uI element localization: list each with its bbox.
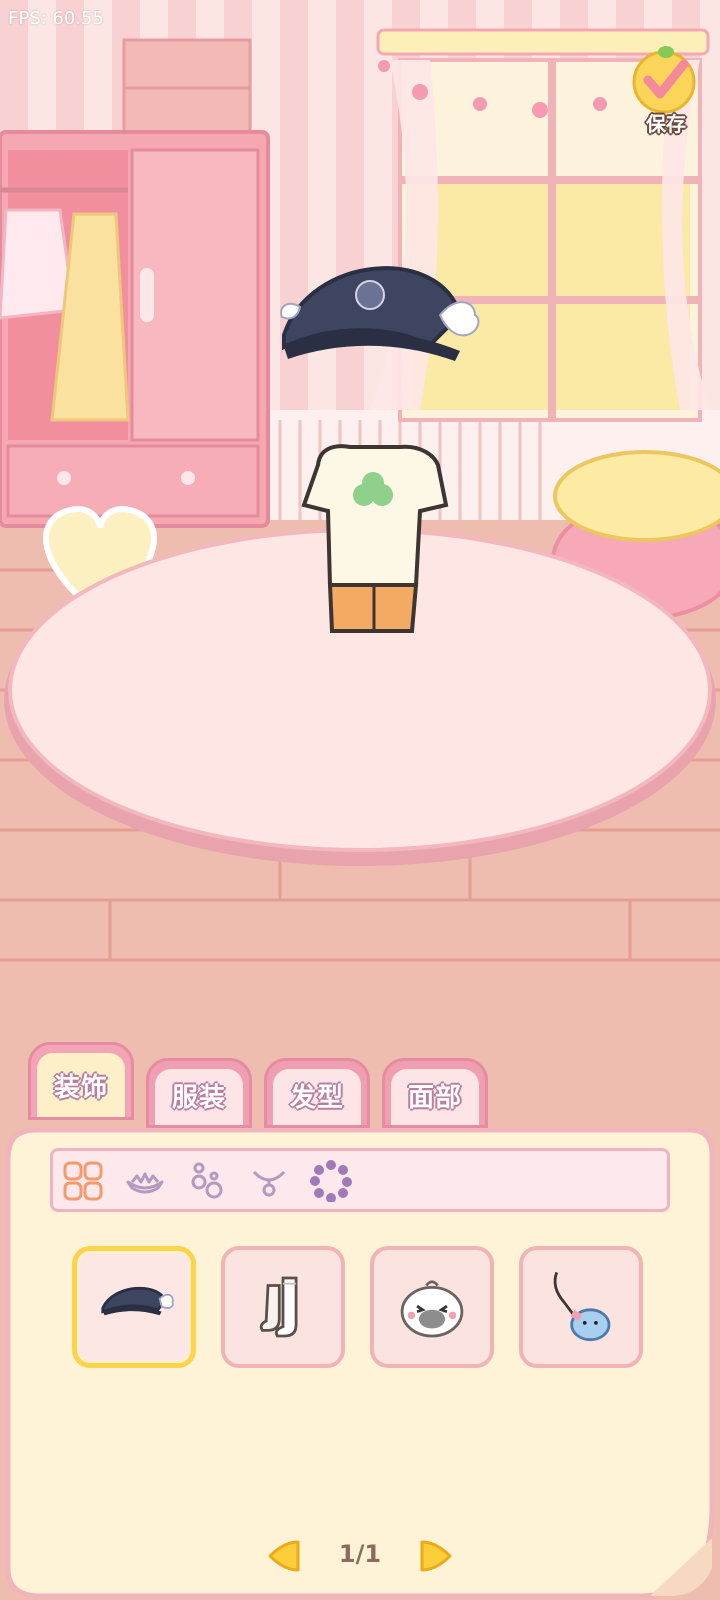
page-indicator: 1/1 (338, 1540, 382, 1568)
tab-face[interactable]: 面部 (382, 1058, 488, 1128)
tab-label: 面部 (407, 1083, 462, 1113)
tab-label: 发型 (289, 1083, 344, 1113)
check-icon (632, 46, 696, 114)
necklace-icon[interactable] (248, 1160, 290, 1202)
item-slot-sailor-hat[interactable] (72, 1246, 196, 1368)
worn-sailor-hat (280, 266, 480, 361)
previous-page-arrow-icon[interactable] (264, 1536, 304, 1576)
save-label: 保存 (646, 112, 686, 136)
wreath-icon[interactable] (310, 1160, 352, 1202)
socks-icon (259, 1276, 298, 1338)
character-body (301, 444, 449, 633)
tab-hairstyle[interactable]: 发型 (264, 1058, 370, 1128)
tab-label: 装饰 (53, 1073, 108, 1103)
earrings-icon[interactable] (186, 1160, 228, 1202)
tab-label: 服装 (171, 1083, 226, 1113)
tab-decoration[interactable]: 装饰 (28, 1042, 134, 1120)
fps-counter: FPS: 60.55 (8, 8, 104, 29)
item-slot-bird-plush[interactable] (370, 1246, 494, 1368)
item-slot-fish-keychain[interactable] (519, 1246, 643, 1368)
item-slot-socks[interactable] (221, 1246, 345, 1368)
sailor-hat-icon (101, 1286, 174, 1316)
next-page-arrow-icon[interactable] (416, 1536, 456, 1576)
character-preview (280, 266, 480, 633)
fish-keychain-icon (553, 1271, 611, 1342)
save-button[interactable]: 保存 (628, 44, 704, 140)
crown-icon[interactable] (124, 1160, 166, 1202)
grid-all-icon[interactable] (62, 1160, 104, 1202)
bird-plush-icon (400, 1280, 464, 1338)
tab-clothing[interactable]: 服装 (146, 1058, 252, 1128)
